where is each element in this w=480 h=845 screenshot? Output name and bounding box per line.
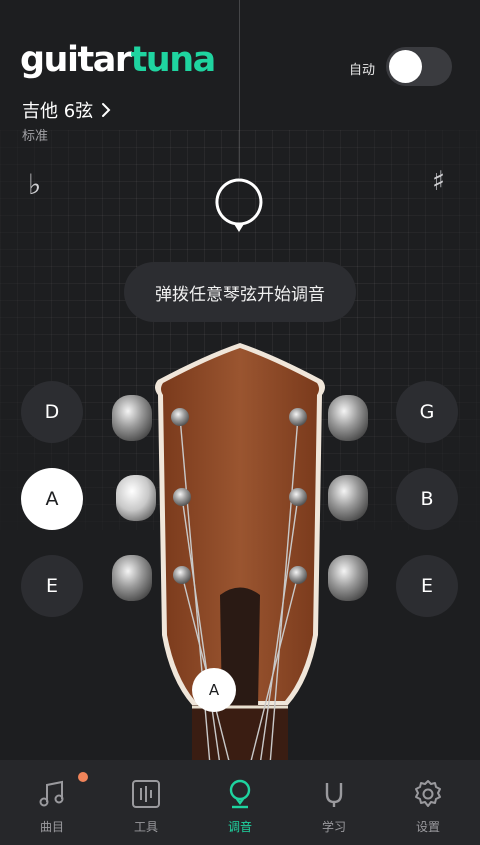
string-button-g[interactable]: G — [396, 381, 458, 443]
nav-label: 学习 — [321, 820, 346, 834]
string-label: E — [45, 575, 58, 597]
string-label: B — [420, 488, 434, 510]
bottom-nav: 曲目 工具 调音 学习 设置 — [0, 760, 480, 845]
nav-label: 调音 — [227, 820, 252, 834]
nav-label: 设置 — [415, 820, 440, 834]
center-line — [239, 0, 240, 178]
current-note: A — [208, 681, 220, 699]
sharp-icon: ♯ — [432, 166, 446, 197]
string-button-a[interactable]: A — [21, 468, 83, 530]
logo-tuna: tuna — [130, 40, 217, 80]
auto-toggle[interactable] — [386, 47, 452, 86]
flat-icon: ♭ — [28, 168, 42, 201]
prompt-text: 弹拨任意琴弦开始调音 — [155, 284, 325, 305]
toggle-knob — [389, 50, 422, 83]
nav-item-settings[interactable]: 设置 — [380, 760, 476, 845]
instrument-label: 吉他 6弦 — [22, 101, 94, 122]
string-label: A — [45, 488, 59, 510]
string-label: E — [420, 575, 433, 597]
music-note-icon — [39, 780, 64, 807]
pitch-indicator — [215, 178, 263, 232]
nav-item-tools[interactable]: 工具 — [98, 760, 194, 845]
auto-label: 自动 — [349, 63, 376, 78]
gear-icon — [415, 780, 441, 807]
instrument-selector[interactable]: 吉他 6弦 — [22, 97, 111, 123]
learn-icon — [325, 783, 343, 807]
guitar-headstock — [112, 343, 368, 765]
string-button-e-low[interactable]: E — [21, 555, 83, 617]
app-logo: guitartuna — [20, 40, 217, 80]
tuning-prompt: 弹拨任意琴弦开始调音 — [124, 262, 356, 322]
string-label: G — [419, 401, 435, 423]
nav-item-tuner[interactable]: 调音 — [192, 760, 288, 845]
notification-badge — [78, 772, 88, 782]
string-button-b[interactable]: B — [396, 468, 458, 530]
string-button-e-high[interactable]: E — [396, 555, 458, 617]
nav-label: 曲目 — [39, 820, 64, 834]
string-button-d[interactable]: D — [21, 381, 83, 443]
tuner-screen: guitartuna 自动 吉他 6弦 标准 ♭ ♯ 弹拨任意琴弦开始调音 A … — [0, 0, 480, 845]
tools-icon — [132, 780, 160, 808]
nav-label: 工具 — [133, 820, 158, 834]
nav-item-songs[interactable]: 曲目 — [4, 760, 100, 845]
chevron-right-icon — [102, 103, 111, 117]
tuner-icon — [229, 779, 251, 809]
logo-guitar: guitar — [20, 40, 132, 80]
tuning-label: 标准 — [22, 129, 49, 144]
string-label: D — [44, 401, 60, 423]
nav-item-learn[interactable]: 学习 — [286, 760, 382, 845]
